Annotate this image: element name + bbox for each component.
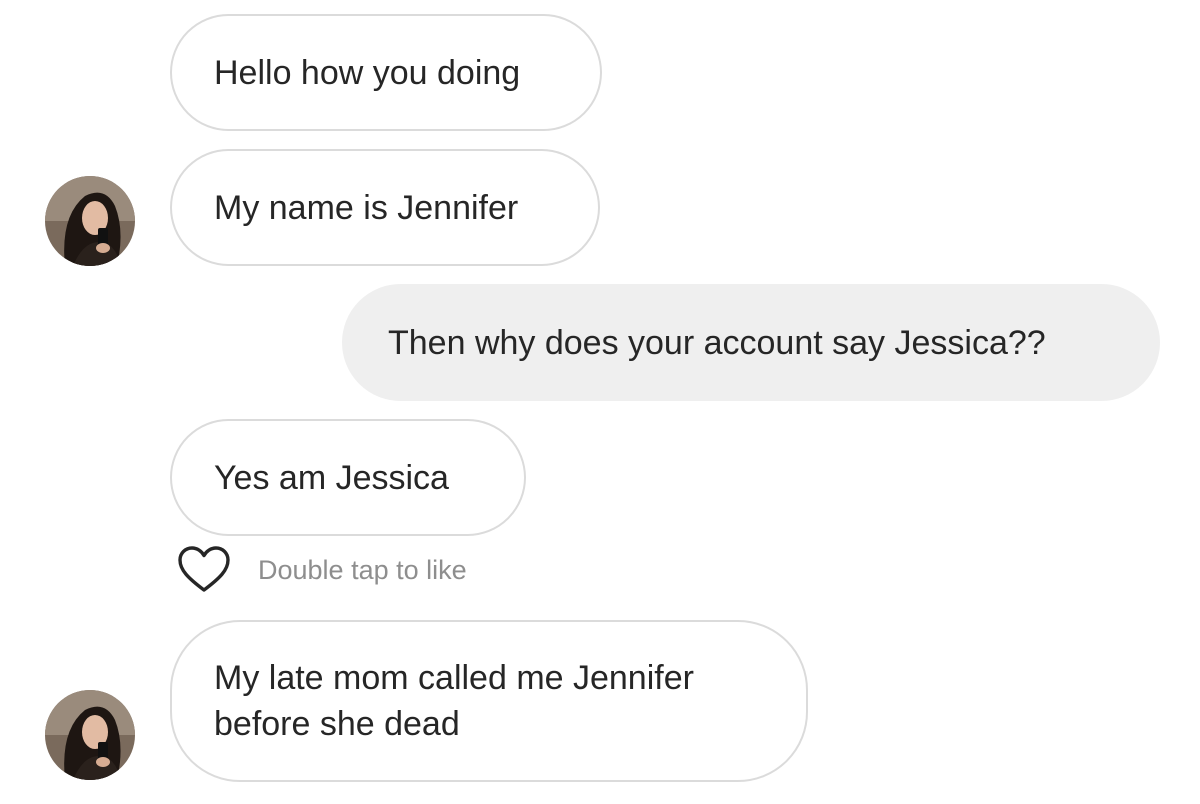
like-row: Double tap to like bbox=[176, 545, 467, 595]
like-hint-text: Double tap to like bbox=[258, 554, 467, 585]
avatar[interactable] bbox=[45, 176, 135, 266]
message-text: Yes am Jessica bbox=[214, 458, 449, 497]
message-text: Hello how you doing bbox=[214, 53, 521, 92]
message-text: Then why does your account say Jessica?? bbox=[388, 323, 1046, 362]
avatar-photo bbox=[45, 690, 135, 780]
avatar-photo bbox=[45, 176, 135, 266]
message-bubble-incoming[interactable]: My late mom called me Jennifer before sh… bbox=[170, 620, 808, 782]
message-bubble-incoming[interactable]: Yes am Jessica bbox=[170, 419, 526, 536]
message-text: My name is Jennifer bbox=[214, 188, 519, 227]
message-text: My late mom called me Jennifer before sh… bbox=[214, 659, 694, 743]
avatar[interactable] bbox=[45, 690, 135, 780]
message-bubble-incoming[interactable]: Hello how you doing bbox=[170, 14, 602, 131]
message-bubble-incoming[interactable]: My name is Jennifer bbox=[170, 149, 600, 266]
message-bubble-outgoing[interactable]: Then why does your account say Jessica?? bbox=[342, 284, 1160, 401]
heart-outline-icon[interactable] bbox=[176, 545, 232, 595]
